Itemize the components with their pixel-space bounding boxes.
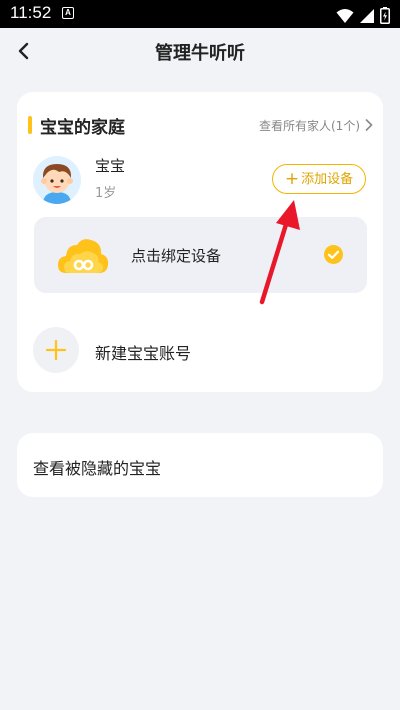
hidden-babies-label: 查看被隐藏的宝宝 (33, 459, 162, 478)
page-title: 管理牛听听 (155, 43, 245, 64)
baby-name: 宝宝 (95, 157, 126, 175)
notification-a-icon: A (62, 7, 74, 19)
navigation-bar: 管理牛听听 (0, 28, 400, 74)
cloud-device-icon (58, 239, 109, 273)
status-bar: 11:52 A (0, 0, 400, 28)
status-time: 11:52 (10, 3, 52, 22)
annotation-arrow (259, 200, 300, 305)
chevron-right-icon (365, 119, 373, 131)
view-all-label: 查看所有家人(1个) (259, 119, 360, 133)
view-all-family-link[interactable]: 查看所有家人(1个) (259, 117, 374, 134)
baby-avatar[interactable] (33, 156, 81, 204)
new-baby-plus-icon[interactable] (33, 327, 79, 373)
add-device-label: 添加设备 (301, 172, 354, 187)
check-icon (324, 245, 343, 264)
baby-avatar-icon (33, 156, 81, 204)
bind-device-label: 点击绑定设备 (131, 247, 222, 265)
new-baby-account-label[interactable]: 新建宝宝账号 (95, 340, 191, 364)
baby-age: 1岁 (95, 186, 117, 201)
family-section-title: 宝宝的家庭 (40, 118, 125, 138)
add-device-button[interactable]: + 添加设备 (272, 164, 366, 194)
status-icons (336, 5, 390, 24)
battery-icon (380, 7, 390, 24)
wifi-icon (336, 8, 354, 23)
section-accent-bar (28, 116, 32, 134)
signal-icon (359, 8, 374, 23)
plus-icon: + (284, 169, 300, 189)
